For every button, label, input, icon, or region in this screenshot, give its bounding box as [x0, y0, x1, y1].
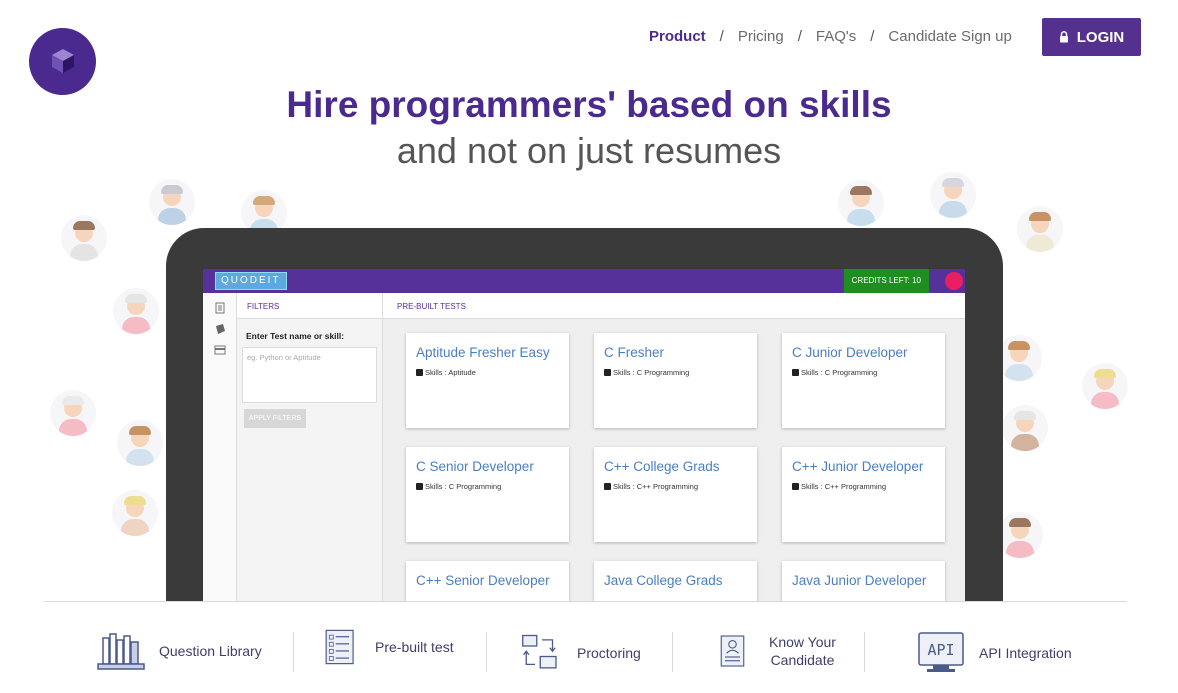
app-screen: QUODEIT CREDITS LEFT: 10 FILTERS Enter T…: [203, 269, 965, 601]
feature-know-your-candidate[interactable]: Know Your Candidate: [719, 628, 836, 674]
checkbox-icon: [416, 483, 423, 490]
hero-headline: Hire programmers' based on skills: [286, 84, 892, 125]
skill-text: Skills : C++ Programming: [801, 482, 887, 491]
feature-label: Know Your Candidate: [769, 634, 836, 668]
test-card[interactable]: C++ Junior Developer Skills : C++ Progra…: [782, 447, 945, 542]
test-card-title: Aptitude Fresher Easy: [416, 345, 550, 360]
login-button[interactable]: LOGIN: [1042, 18, 1141, 56]
prebuilt-tests-title: PRE-BUILT TESTS: [383, 293, 965, 319]
api-icon: API: [918, 632, 964, 672]
credits-badge: CREDITS LEFT: 10: [843, 269, 929, 293]
avatar-icon: [61, 215, 107, 261]
avatar-icon: [117, 420, 163, 466]
test-card-title: Java College Grads: [604, 573, 723, 588]
avatar-icon: [997, 512, 1043, 558]
test-card[interactable]: C++ Senior Developer: [406, 561, 569, 601]
skill-text: Skills : C Programming: [613, 368, 690, 377]
test-card-title: C++ Junior Developer: [792, 459, 924, 474]
test-card-skill: Skills : C Programming: [416, 482, 569, 491]
test-card-title: C++ College Grads: [604, 459, 720, 474]
nav-separator: /: [719, 28, 724, 45]
app-logo[interactable]: QUODEIT: [215, 272, 287, 290]
feature-proctoring[interactable]: Proctoring: [521, 630, 641, 676]
skill-text: Skills : Aptitude: [425, 368, 476, 377]
checkbox-icon: [792, 483, 799, 490]
avatar-icon: [112, 490, 158, 536]
main-nav: Product / Pricing / FAQ's / Candidate Si…: [649, 28, 1012, 45]
feature-label: Question Library: [159, 643, 262, 659]
test-card-title: C Fresher: [604, 345, 665, 360]
test-card-skill: Skills : Aptitude: [416, 368, 569, 377]
filters-title: FILTERS: [237, 293, 382, 319]
avatar-icon: [1002, 405, 1048, 451]
checkbox-icon: [416, 369, 423, 376]
divider: [44, 601, 1127, 602]
feature-prebuilt-test[interactable]: Pre-built test: [323, 624, 454, 670]
cube-icon: [52, 49, 74, 73]
checklist-icon: [325, 629, 354, 665]
skill-text: Skills : C++ Programming: [613, 482, 699, 491]
avatar-icon: [113, 288, 159, 334]
test-card-title: C++ Senior Developer: [416, 573, 550, 588]
user-avatar[interactable]: [945, 272, 963, 290]
test-card-skill: Skills : C Programming: [604, 368, 757, 377]
feature-label: API Integration: [979, 645, 1072, 661]
nav-faqs[interactable]: FAQ's: [816, 28, 856, 45]
nav-product[interactable]: Product: [649, 28, 706, 45]
card-icon[interactable]: [214, 344, 226, 356]
hero-subhead: and not on just resumes: [396, 130, 782, 171]
candidate-id-icon: [720, 635, 745, 667]
test-card-title: C Senior Developer: [416, 459, 534, 474]
test-card[interactable]: C Senior Developer Skills : C Programmin…: [406, 447, 569, 542]
feature-api-integration[interactable]: API API Integration: [917, 630, 1072, 676]
test-search-input[interactable]: eg. Python or Aptitude: [242, 347, 377, 403]
apply-filters-button[interactable]: APPLY FILTERS: [244, 409, 306, 428]
feature-label: Pre-built test: [375, 639, 454, 655]
test-card[interactable]: Java College Grads: [594, 561, 757, 601]
lock-icon: [1059, 31, 1068, 43]
avatar-icon: [838, 180, 884, 226]
test-card-skill: Skills : C++ Programming: [792, 482, 945, 491]
test-card-title: Java Junior Developer: [792, 573, 927, 588]
checkbox-icon: [604, 483, 611, 490]
library-icon: [97, 633, 145, 670]
feature-separator: [864, 632, 865, 672]
document-icon[interactable]: [214, 302, 226, 314]
app-side-rail: [203, 293, 237, 601]
skill-text: Skills : C Programming: [801, 368, 878, 377]
skill-text: Skills : C Programming: [425, 482, 502, 491]
avatar-icon: [1017, 206, 1063, 252]
feature-label: Proctoring: [577, 645, 641, 661]
avatar-icon: [149, 179, 195, 225]
nav-candidate-signup[interactable]: Candidate Sign up: [888, 28, 1011, 45]
test-card[interactable]: Java Junior Developer: [782, 561, 945, 601]
test-card-skill: Skills : C Programming: [792, 368, 945, 377]
test-card[interactable]: Aptitude Fresher Easy Skills : Aptitude: [406, 333, 569, 428]
filters-label: Enter Test name or skill:: [246, 331, 345, 341]
proctoring-icon: [522, 634, 557, 669]
test-card-skill: Skills : C++ Programming: [604, 482, 757, 491]
test-card[interactable]: C Junior Developer Skills : C Programmin…: [782, 333, 945, 428]
test-card-title: C Junior Developer: [792, 345, 908, 360]
test-card[interactable]: C++ College Grads Skills : C++ Programmi…: [594, 447, 757, 542]
test-card[interactable]: C Fresher Skills : C Programming: [594, 333, 757, 428]
feature-separator: [486, 632, 487, 672]
app-topbar: QUODEIT CREDITS LEFT: 10: [203, 269, 965, 293]
checkbox-icon: [604, 369, 611, 376]
svg-text:API: API: [927, 641, 954, 659]
feature-question-library[interactable]: Question Library: [97, 628, 262, 674]
laptop-mockup: QUODEIT CREDITS LEFT: 10 FILTERS Enter T…: [166, 228, 1003, 601]
avatar-icon: [50, 390, 96, 436]
feature-separator: [293, 632, 294, 672]
avatar-icon: [930, 172, 976, 218]
feature-separator: [672, 632, 673, 672]
login-label: LOGIN: [1076, 28, 1125, 46]
book-icon[interactable]: [214, 323, 226, 335]
checkbox-icon: [792, 369, 799, 376]
avatar-icon: [1082, 363, 1128, 409]
nav-separator: /: [797, 28, 802, 45]
nav-separator: /: [870, 28, 875, 45]
filters-panel: FILTERS Enter Test name or skill: eg. Py…: [237, 293, 383, 601]
nav-pricing[interactable]: Pricing: [738, 28, 784, 45]
